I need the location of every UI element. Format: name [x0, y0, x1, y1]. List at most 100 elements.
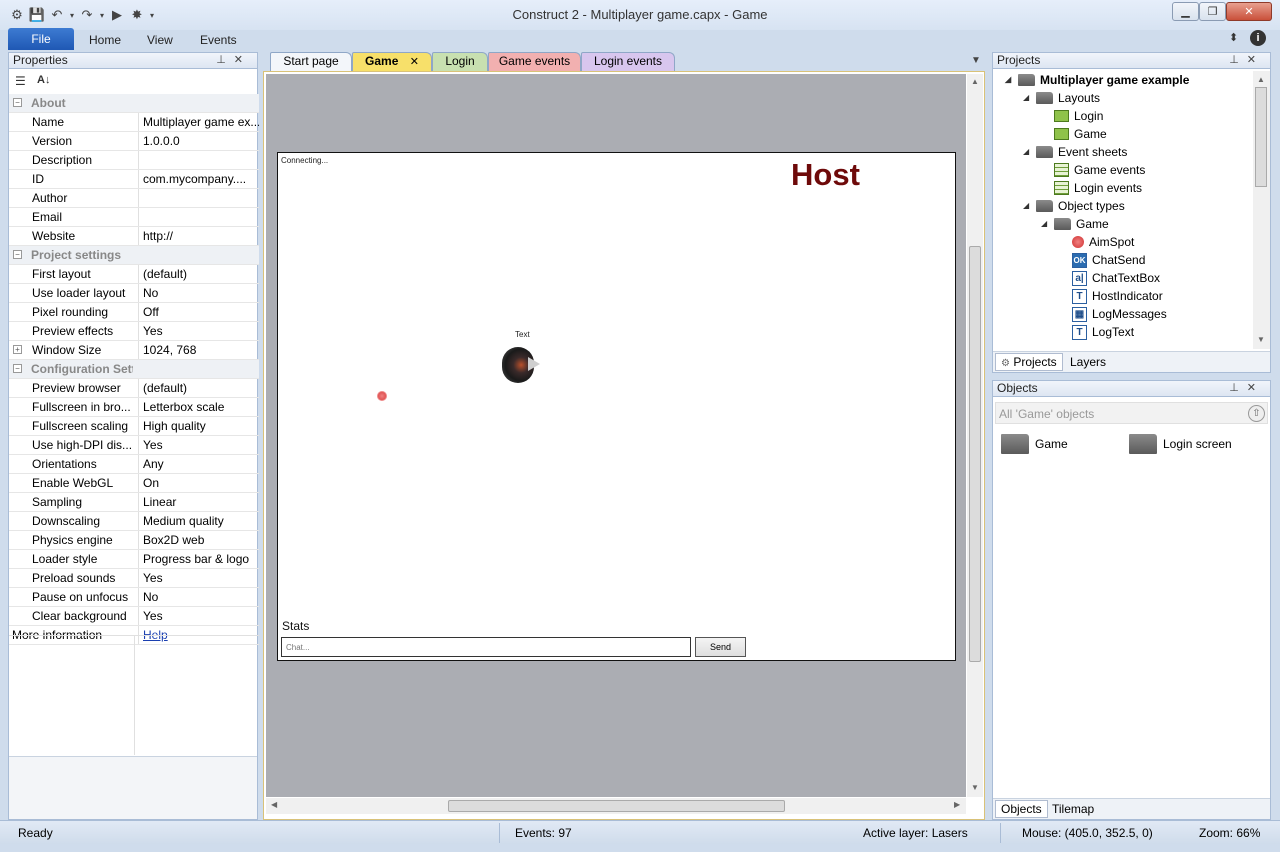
tab-tilemap[interactable]: Tilemap [1047, 801, 1099, 819]
file-menu-button[interactable]: File [8, 28, 74, 50]
property-row[interactable]: Loader style Progress bar & logo [9, 550, 259, 569]
expand-icon[interactable]: + [13, 345, 22, 354]
property-row[interactable]: Use high-DPI dis... Yes [9, 436, 259, 455]
tree-item[interactable]: Login events [1041, 179, 1142, 197]
categorized-sort-icon[interactable]: ☰ [15, 74, 26, 88]
property-row[interactable]: Physics engine Box2D web [9, 531, 259, 550]
tree-expand-icon[interactable]: ◢ [1023, 143, 1031, 161]
collapse-icon[interactable]: − [13, 98, 22, 107]
tree-item[interactable]: Login [1041, 107, 1103, 125]
tree-item[interactable]: AimSpot [1059, 233, 1134, 251]
horizontal-scroll-thumb[interactable] [448, 800, 785, 812]
tree-item[interactable]: ◢ Object types [1023, 197, 1125, 215]
chat-input[interactable] [281, 637, 691, 657]
vertical-scroll-thumb[interactable] [969, 246, 981, 662]
property-row[interactable]: + Window Size 1024, 768 [9, 341, 259, 360]
property-value[interactable]: Letterbox scale [138, 398, 259, 416]
tree-item[interactable]: T LogText [1059, 323, 1134, 341]
property-value[interactable] [138, 208, 259, 226]
close-window-button[interactable]: ✕ [1226, 2, 1272, 21]
tree-item[interactable]: a| ChatTextBox [1059, 269, 1160, 287]
up-folder-icon[interactable]: ⇧ [1248, 405, 1265, 422]
host-indicator[interactable]: Host [791, 157, 860, 193]
property-row[interactable]: Preview browser (default) [9, 379, 259, 398]
property-row[interactable]: Website http:// [9, 227, 259, 246]
tree-item[interactable]: ◢ Multiplayer game example [1005, 71, 1189, 89]
property-value[interactable]: http:// [138, 227, 259, 245]
home-tab[interactable]: Home [89, 33, 121, 47]
tree-expand-icon[interactable]: ◢ [1005, 71, 1013, 89]
property-row[interactable]: Author [9, 189, 259, 208]
property-value[interactable]: Any [138, 455, 259, 473]
vertical-scrollbar[interactable]: ▲ ▼ [967, 74, 983, 797]
pin-icon[interactable]: ⊥ [216, 54, 234, 66]
property-value[interactable]: No [138, 588, 259, 606]
property-value[interactable]: Medium quality [138, 512, 259, 530]
tree-item[interactable]: T HostIndicator [1059, 287, 1163, 305]
scroll-left-icon[interactable]: ◀ [271, 800, 277, 809]
property-value[interactable]: Yes [138, 569, 259, 587]
tree-item[interactable]: OK ChatSend [1059, 251, 1145, 269]
object-folder-login-screen[interactable]: Login screen [1129, 434, 1232, 454]
property-value[interactable]: On [138, 474, 259, 492]
property-value[interactable]: com.mycompany.... [138, 170, 259, 188]
player-text-label[interactable]: Text [515, 330, 530, 339]
property-row[interactable]: Orientations Any [9, 455, 259, 474]
info-icon[interactable]: i [1250, 30, 1266, 46]
property-value[interactable]: Multiplayer game ex... [138, 113, 259, 131]
close-tab-icon[interactable]: ✕ [410, 56, 419, 68]
scroll-right-icon[interactable]: ▶ [954, 800, 960, 809]
property-row[interactable]: Fullscreen scaling High quality [9, 417, 259, 436]
pin-icon[interactable]: ⊥ [1229, 54, 1247, 66]
property-row[interactable]: Pause on unfocus No [9, 588, 259, 607]
close-panel-icon[interactable]: ✕ [1247, 54, 1264, 66]
tab-list-dropdown-icon[interactable]: ▼ [971, 55, 981, 66]
scroll-up-icon[interactable]: ▲ [971, 77, 979, 86]
property-row[interactable]: Fullscreen in bro... Letterbox scale [9, 398, 259, 417]
aim-spot-sprite[interactable] [377, 391, 387, 401]
collapse-icon[interactable]: − [13, 250, 22, 259]
tab-start-page[interactable]: Start page [270, 52, 352, 71]
property-value[interactable]: (default) [138, 265, 259, 283]
alphabetical-sort-icon[interactable]: A↓ [37, 74, 50, 86]
connecting-text[interactable]: Connecting... [281, 156, 328, 165]
property-value[interactable]: Yes [138, 607, 259, 625]
property-row[interactable]: Use loader layout No [9, 284, 259, 303]
tree-expand-icon[interactable]: ◢ [1041, 215, 1049, 233]
tab-game[interactable]: Game ✕ [352, 52, 432, 71]
tree-scroll-thumb[interactable] [1255, 87, 1267, 187]
property-value[interactable]: Box2D web [138, 531, 259, 549]
tree-item[interactable]: ▦ LogMessages [1059, 305, 1167, 323]
property-value[interactable] [138, 189, 259, 207]
project-tree-scrollbar[interactable]: ▲ ▼ [1253, 71, 1270, 349]
property-row[interactable]: Downscaling Medium quality [9, 512, 259, 531]
collapse-icon[interactable]: − [13, 364, 22, 373]
object-folder-game[interactable]: Game [1001, 434, 1068, 454]
tree-item[interactable]: Game [1041, 125, 1107, 143]
tab-login[interactable]: Login [432, 52, 488, 71]
tree-expand-icon[interactable]: ◢ [1023, 197, 1031, 215]
property-row[interactable]: Clear background Yes [9, 607, 259, 626]
property-value[interactable]: Off [138, 303, 259, 321]
property-value[interactable]: 1.0.0.0 [138, 132, 259, 150]
tab-objects[interactable]: Objects [995, 800, 1048, 818]
layout-area[interactable]: Connecting... Host Text Stats Send [277, 152, 956, 661]
scroll-down-icon[interactable]: ▼ [1257, 335, 1265, 344]
property-value[interactable] [138, 151, 259, 169]
property-value[interactable]: Progress bar & logo [138, 550, 259, 568]
property-row[interactable]: Preload sounds Yes [9, 569, 259, 588]
property-row[interactable]: Email [9, 208, 259, 227]
tab-login-events[interactable]: Login events [581, 52, 675, 71]
events-tab[interactable]: Events [200, 33, 237, 47]
property-value[interactable]: Yes [138, 436, 259, 454]
view-tab[interactable]: View [147, 33, 173, 47]
tree-item[interactable]: ◢ Layouts [1023, 89, 1100, 107]
close-panel-icon[interactable]: ✕ [234, 54, 251, 66]
property-row[interactable]: Name Multiplayer game ex... [9, 113, 259, 132]
tree-item[interactable]: ◢ Event sheets [1023, 143, 1127, 161]
property-category[interactable]: − About [9, 94, 259, 113]
property-value[interactable]: No [138, 284, 259, 302]
property-row[interactable]: Preview effects Yes [9, 322, 259, 341]
property-row[interactable]: Pixel rounding Off [9, 303, 259, 322]
send-button[interactable]: Send [695, 637, 746, 657]
